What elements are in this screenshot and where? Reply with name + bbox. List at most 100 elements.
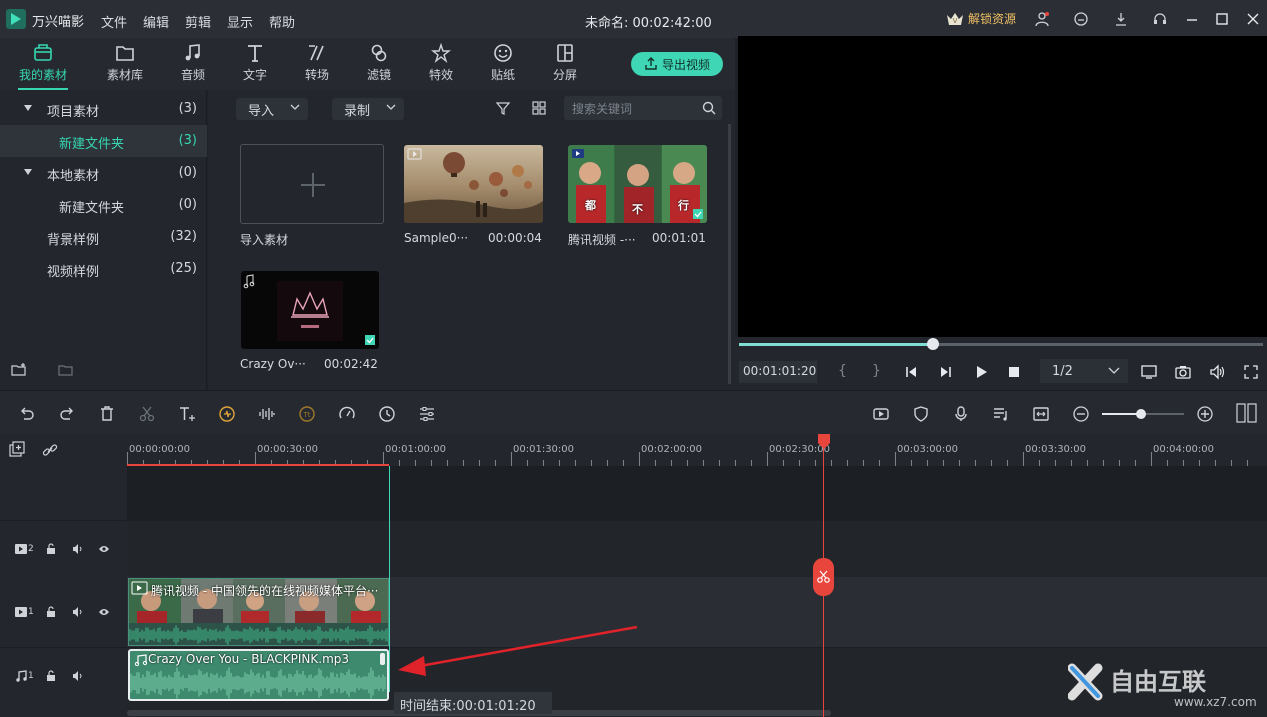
tab-sticker[interactable]: 贴纸 <box>473 42 533 90</box>
mark-in-icon[interactable]: { <box>838 363 847 379</box>
zoom-slider[interactable] <box>1102 409 1184 419</box>
undo-icon[interactable] <box>18 405 36 423</box>
snapshot-camera-icon[interactable] <box>1175 364 1191 380</box>
filter-funnel-icon[interactable] <box>496 101 510 115</box>
grid-view-icon[interactable] <box>532 101 546 115</box>
audio-clip[interactable]: Crazy Over You - BLACKPINK.mp3 <box>128 649 389 701</box>
tree-item-count: (0) <box>178 165 197 180</box>
microphone-icon[interactable] <box>952 405 970 423</box>
speaker-icon[interactable] <box>72 670 84 682</box>
previous-frame-icon[interactable] <box>904 365 918 379</box>
menu-help[interactable]: 帮助 <box>269 12 295 31</box>
expand-caret-icon[interactable] <box>24 169 32 175</box>
link-chain-icon[interactable] <box>42 442 58 458</box>
lock-icon[interactable] <box>46 606 56 618</box>
playhead-handle[interactable] <box>817 434 831 450</box>
account-icon[interactable] <box>1034 11 1050 27</box>
tab-my-media[interactable]: 我的素材 <box>13 42 73 90</box>
render-preview-icon[interactable] <box>872 405 890 423</box>
stop-icon[interactable] <box>1008 366 1020 378</box>
media-thumbnail-sample[interactable] <box>404 145 543 223</box>
quality-dropdown[interactable]: 1/2 <box>1040 359 1128 383</box>
folder-icon[interactable] <box>58 362 74 378</box>
audio-mixer-icon[interactable] <box>992 405 1010 423</box>
progress-track[interactable] <box>739 338 1263 350</box>
zoom-slider-handle[interactable] <box>1136 409 1146 419</box>
video-clip[interactable]: 腾讯视频 - 中国领先的在线视频媒体平台··· <box>128 578 389 646</box>
next-frame-icon[interactable] <box>939 365 953 379</box>
tree-item-video-samples[interactable]: 视频样例 (25) <box>0 253 207 285</box>
split-at-playhead-button[interactable] <box>813 558 834 596</box>
new-folder-icon[interactable] <box>11 362 27 378</box>
expand-caret-icon[interactable] <box>24 105 32 111</box>
export-video-button[interactable]: 导出视频 <box>631 52 723 76</box>
tab-text[interactable]: 文字 <box>225 42 285 90</box>
progress-handle[interactable] <box>926 338 939 350</box>
eye-icon[interactable] <box>98 607 110 617</box>
zoom-out-icon[interactable] <box>1072 405 1090 423</box>
track-lane-video-2[interactable] <box>127 521 1267 577</box>
menu-view[interactable]: 显示 <box>227 12 253 31</box>
import-media-card[interactable] <box>240 144 384 224</box>
ruler-tick-label: 00:04:00:00 <box>1153 444 1215 455</box>
audio-meter-icon[interactable] <box>1236 403 1258 423</box>
eye-icon[interactable] <box>98 544 110 554</box>
tab-effects[interactable]: 特效 <box>411 42 471 90</box>
tree-item-new-folder-2[interactable]: 新建文件夹 (0) <box>0 189 207 221</box>
tree-item-new-folder-1[interactable]: 新建文件夹 (3) <box>0 125 207 157</box>
lock-icon[interactable] <box>46 670 56 682</box>
tab-split-screen[interactable]: 分屏 <box>535 42 595 90</box>
scrollbar[interactable] <box>728 124 731 384</box>
media-thumbnail-crazy-over-you[interactable] <box>241 271 379 349</box>
message-icon[interactable] <box>1073 11 1089 27</box>
support-headset-icon[interactable] <box>1152 11 1168 27</box>
tree-item-background-samples[interactable]: 背景样例 (32) <box>0 221 207 253</box>
tree-item-local-media[interactable]: 本地素材 (0) <box>0 157 207 189</box>
menu-edit[interactable]: 编辑 <box>143 12 169 31</box>
download-icon[interactable] <box>1113 11 1129 27</box>
tree-item-project-media[interactable]: 项目素材 (3) <box>0 93 207 125</box>
play-icon[interactable] <box>974 365 988 379</box>
tab-audio[interactable]: 音频 <box>163 42 223 90</box>
audio-wave-split-icon[interactable] <box>258 405 276 423</box>
add-track-icon[interactable] <box>8 441 26 459</box>
add-text-icon[interactable] <box>178 405 196 423</box>
unlock-resources-button[interactable]: V 解锁资源 <box>946 10 1016 27</box>
minimize-icon[interactable] <box>1184 11 1200 27</box>
import-dropdown[interactable]: 导入 <box>236 98 308 120</box>
sticker-smile-icon <box>494 44 512 62</box>
speaker-icon[interactable] <box>72 606 84 618</box>
search-input[interactable]: 搜索关键词 <box>564 96 722 120</box>
lock-icon[interactable] <box>46 543 56 555</box>
media-item-name: Sample0··· <box>404 231 469 245</box>
tree-item-label: 背景样例 <box>47 233 100 248</box>
duration-clock-icon[interactable] <box>378 405 396 423</box>
speech-to-text-icon[interactable]: Tt <box>298 405 316 423</box>
speed-gauge-icon[interactable] <box>338 405 356 423</box>
delete-trash-icon[interactable] <box>98 405 116 423</box>
media-item-duration: 00:01:01 <box>652 231 706 245</box>
adjust-sliders-icon[interactable] <box>418 405 436 423</box>
volume-icon[interactable] <box>1209 364 1225 380</box>
fullscreen-icon[interactable] <box>1243 364 1259 380</box>
close-icon[interactable] <box>1245 11 1261 27</box>
mark-out-icon[interactable]: } <box>872 363 881 379</box>
record-dropdown[interactable]: 录制 <box>332 98 404 120</box>
media-thumbnail-tencent[interactable]: 都 不 行 <box>568 145 707 223</box>
timeline-ruler[interactable]: 00:00:00:00 00:00:30:00 00:01:00:00 00:0… <box>0 434 1267 466</box>
auto-beat-icon[interactable] <box>218 405 236 423</box>
menu-clip[interactable]: 剪辑 <box>185 12 211 31</box>
tab-library[interactable]: 素材库 <box>95 42 155 90</box>
tab-filter[interactable]: 滤镜 <box>349 42 409 90</box>
redo-icon[interactable] <box>58 405 76 423</box>
maximize-icon[interactable] <box>1214 11 1230 27</box>
fit-timeline-icon[interactable] <box>1032 405 1050 423</box>
display-monitor-icon[interactable] <box>1141 364 1157 380</box>
marker-shield-icon[interactable] <box>912 405 930 423</box>
zoom-in-icon[interactable] <box>1196 405 1214 423</box>
menu-file[interactable]: 文件 <box>101 12 127 31</box>
speaker-icon[interactable] <box>72 543 84 555</box>
clip-trim-handle[interactable] <box>380 653 385 665</box>
scissors-icon[interactable] <box>138 405 156 423</box>
tab-transition[interactable]: 转场 <box>287 42 347 90</box>
